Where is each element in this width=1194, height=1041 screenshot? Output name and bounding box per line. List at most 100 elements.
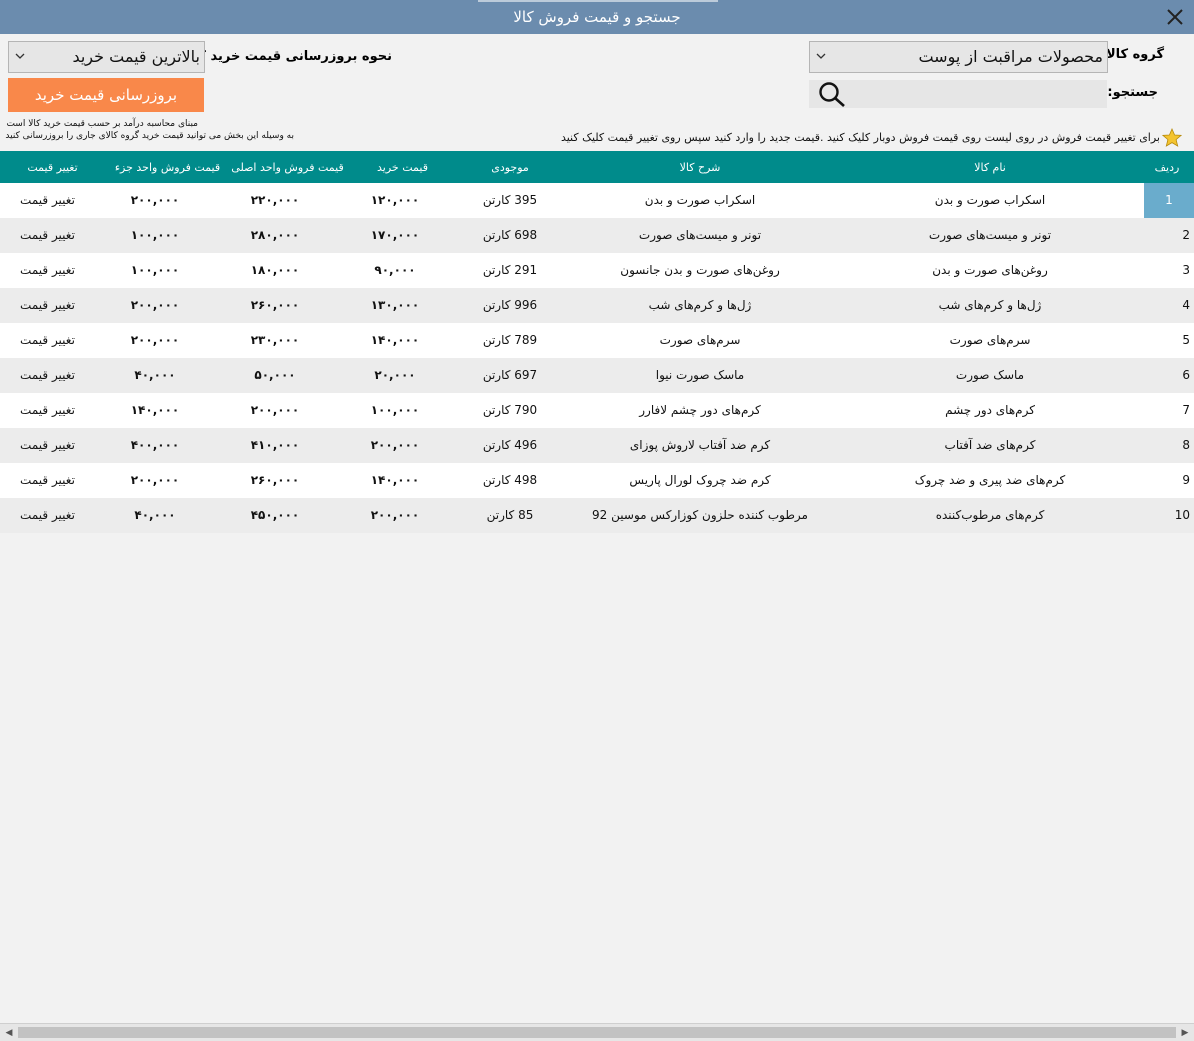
cell-sell-price-main[interactable]: ۲۸۰,۰۰۰ (230, 218, 320, 253)
cell-buy-price: ۱۴۰,۰۰۰ (370, 333, 420, 347)
cell-stock: 496 کارتن (482, 438, 538, 452)
search-input[interactable] (853, 80, 1107, 108)
cell-sell-price-main[interactable]: ۲۶۰,۰۰۰ (230, 288, 320, 323)
cell-name: روغن‌های صورت و بدن (932, 263, 1048, 277)
cell-name: کرم‌های مرطوب‌کننده (935, 508, 1045, 522)
cell-stock: 698 کارتن (482, 228, 538, 242)
window-title: جستجو و قیمت فروش کالا (513, 8, 681, 26)
cell-buy-price: ۹۰,۰۰۰ (374, 263, 416, 277)
title-bar: جستجو و قیمت فروش کالا (0, 0, 1194, 34)
table-row[interactable]: 9 کرم‌های ضد پیری و ضد چروک کرم ضد چروک لو… (0, 463, 1194, 498)
table-row[interactable]: 7 کرم‌های دور چشم کرم‌های دور چشم لافارر 79… (0, 393, 1194, 428)
change-price-button[interactable]: تغییر قیمت (0, 253, 95, 288)
cell-row-number: 7 (1182, 403, 1190, 417)
cell-name: ماسک صورت (955, 368, 1025, 382)
col-header-stock[interactable]: موجودی (460, 151, 560, 183)
change-price-button[interactable]: تغییر قیمت (0, 288, 95, 323)
change-price-button[interactable]: تغییر قیمت (0, 428, 95, 463)
cell-stock: 395 کارتن (482, 193, 538, 207)
cell-stock: 291 کارتن (482, 263, 538, 277)
note-update-info: به وسیله این بخش می توانید قیمت خرید گرو… (5, 131, 294, 141)
change-price-button[interactable]: تغییر قیمت (0, 323, 95, 358)
cell-sell-price-sub[interactable]: ۱۴۰,۰۰۰ (105, 393, 205, 428)
cell-sell-price-main[interactable]: ۲۲۰,۰۰۰ (230, 183, 320, 218)
cell-row-number: 5 (1182, 333, 1190, 347)
cell-description: تونر و میست‌های صورت (638, 228, 762, 242)
cell-sell-price-sub[interactable]: ۴۰۰,۰۰۰ (105, 428, 205, 463)
group-select[interactable]: محصولات مراقبت از پوست (809, 41, 1108, 73)
cell-buy-price: ۱۳۰,۰۰۰ (370, 298, 420, 312)
cell-stock: 790 کارتن (482, 403, 538, 417)
cell-description: کرم ضد آفتاب لاروش پوزای (629, 438, 771, 452)
col-header-buy-price[interactable]: قیمت خرید (345, 151, 460, 183)
search-button[interactable] (813, 80, 851, 108)
cell-name: اسکراب صورت و بدن (934, 193, 1046, 207)
col-header-sell-main[interactable]: قیمت فروش واحد اصلی (230, 151, 345, 183)
table-row[interactable]: 8 کرم‌های ضد آفتاب کرم ضد آفتاب لاروش پوزا… (0, 428, 1194, 463)
table-row[interactable]: 5 سرم‌های صورت سرم‌های صورت 789 کارتن ۱۴۰,۰۰… (0, 323, 1194, 358)
cell-buy-price: ۱۲۰,۰۰۰ (370, 193, 420, 207)
cell-sell-price-sub[interactable]: ۴۰,۰۰۰ (105, 498, 205, 533)
cell-sell-price-main[interactable]: ۴۵۰,۰۰۰ (230, 498, 320, 533)
scrollbar-thumb[interactable] (18, 1027, 1176, 1038)
cell-buy-price: ۱۷۰,۰۰۰ (370, 228, 420, 242)
cell-sell-price-sub[interactable]: ۱۰۰,۰۰۰ (105, 218, 205, 253)
change-price-button[interactable]: تغییر قیمت (0, 498, 95, 533)
cell-name: کرم‌های دور چشم (945, 403, 1035, 417)
search-icon (819, 82, 845, 107)
update-mode-label: نحوه بروزرسانی قیمت خرید کالا : (174, 49, 392, 64)
cell-sell-price-main[interactable]: ۲۶۰,۰۰۰ (230, 463, 320, 498)
col-header-name[interactable]: نام کالا (840, 151, 1140, 183)
cell-sell-price-sub[interactable]: ۲۰۰,۰۰۰ (105, 463, 205, 498)
col-header-action[interactable]: تغییر قیمت (0, 151, 105, 183)
cell-name: سرم‌های صورت (949, 333, 1031, 347)
cell-sell-price-main[interactable]: ۵۰,۰۰۰ (230, 358, 320, 393)
cell-sell-price-main[interactable]: ۲۰۰,۰۰۰ (230, 393, 320, 428)
cell-row-number: 9 (1182, 473, 1190, 487)
cell-sell-price-sub[interactable]: ۲۰۰,۰۰۰ (105, 183, 205, 218)
change-price-button[interactable]: تغییر قیمت (0, 183, 95, 218)
horizontal-scrollbar[interactable]: ◀ ▶ (0, 1023, 1194, 1041)
cell-sell-price-main[interactable]: ۲۳۰,۰۰۰ (230, 323, 320, 358)
cell-description: کرم ضد چروک لورال پاریس (629, 473, 771, 487)
change-price-button[interactable]: تغییر قیمت (0, 358, 95, 393)
hint-text: برای تغییر قیمت فروش در روی لیست روی قیم… (560, 131, 1160, 144)
search-label: جستجو: (1107, 85, 1158, 100)
close-button[interactable] (1162, 4, 1188, 30)
table-row[interactable]: 2 تونر و میست‌های صورت تونر و میست‌های صور… (0, 218, 1194, 253)
cell-sell-price-sub[interactable]: ۱۰۰,۰۰۰ (105, 253, 205, 288)
col-header-row[interactable]: ردیف (1140, 151, 1194, 183)
col-header-sell-sub[interactable]: قیمت فروش واحد جزء (105, 151, 230, 183)
cell-description: سرم‌های صورت (659, 333, 741, 347)
col-header-desc[interactable]: شرح کالا (560, 151, 840, 183)
cell-name: ژل‌ها و کرم‌های شب (938, 298, 1042, 312)
cell-row-number: 4 (1182, 298, 1190, 312)
cell-sell-price-main[interactable]: ۱۸۰,۰۰۰ (230, 253, 320, 288)
cell-description: اسکراب صورت و بدن (644, 193, 756, 207)
cell-row-number: 3 (1182, 263, 1190, 277)
change-price-button[interactable]: تغییر قیمت (0, 463, 95, 498)
chevron-down-icon (15, 53, 25, 59)
cell-description: ژل‌ها و کرم‌های شب (648, 298, 752, 312)
products-grid: ردیف نام کالا شرح کالا موجودی قیمت خرید … (0, 151, 1194, 533)
cell-stock: 789 کارتن (482, 333, 538, 347)
table-row[interactable]: 10 کرم‌های مرطوب‌کننده مرطوب کننده حلزون ک… (0, 498, 1194, 533)
update-price-button[interactable]: بروزرسانی قیمت خرید (8, 78, 204, 112)
cell-description: کرم‌های دور چشم لافارر (639, 403, 761, 417)
change-price-button[interactable]: تغییر قیمت (0, 218, 95, 253)
cell-sell-price-sub[interactable]: ۴۰,۰۰۰ (105, 358, 205, 393)
table-row[interactable]: 6 ماسک صورت ماسک صورت نیوا 697 کارتن ۲۰,۰۰۰ ۵… (0, 358, 1194, 393)
scroll-right-arrow[interactable]: ▶ (1178, 1026, 1192, 1040)
cell-sell-price-sub[interactable]: ۲۰۰,۰۰۰ (105, 323, 205, 358)
table-row[interactable]: 3 روغن‌های صورت و بدن روغن‌های صورت و بدن … (0, 253, 1194, 288)
scroll-left-arrow[interactable]: ◀ (2, 1026, 16, 1040)
table-row[interactable]: 4 ژل‌ها و کرم‌های شب ژل‌ها و کرم‌های شب 996… (0, 288, 1194, 323)
cell-buy-price: ۲۰۰,۰۰۰ (370, 508, 420, 522)
table-row[interactable]: 1 اسکراب صورت و بدن اسکراب صورت و بدن 395 ک… (0, 183, 1194, 218)
cell-sell-price-sub[interactable]: ۲۰۰,۰۰۰ (105, 288, 205, 323)
update-mode-select[interactable]: بالاترین قیمت خرید (8, 41, 205, 73)
cell-sell-price-main[interactable]: ۴۱۰,۰۰۰ (230, 428, 320, 463)
cell-buy-price: ۲۰۰,۰۰۰ (370, 438, 420, 452)
note-revenue-basis: مبنای محاسبه درآمد بر حسب قیمت خرید کالا… (6, 119, 198, 129)
change-price-button[interactable]: تغییر قیمت (0, 393, 95, 428)
